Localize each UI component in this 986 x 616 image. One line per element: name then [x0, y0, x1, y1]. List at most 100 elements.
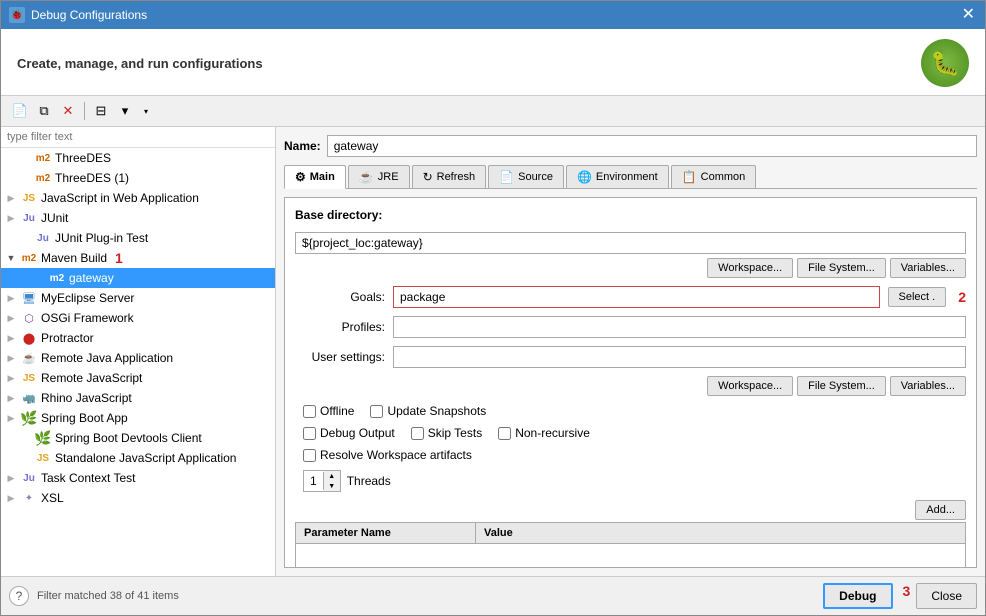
variables-button-1[interactable]: Variables... [890, 258, 966, 278]
item-icon-m2-1: m2 [35, 170, 51, 186]
duplicate-config-button[interactable]: ⧉ [33, 100, 55, 122]
param-value-col-header: Value [476, 523, 965, 543]
tree-item-standalone-js[interactable]: JS Standalone JavaScript Application [1, 448, 275, 468]
non-recursive-checkbox[interactable]: Non-recursive [498, 426, 590, 440]
debug-output-checkbox[interactable]: Debug Output [303, 426, 395, 440]
expand-icon: ▶ [5, 472, 17, 484]
checkboxes-row-2: Debug Output Skip Tests Non-recursive [303, 426, 966, 440]
collapse-all-button[interactable]: ⊟ [90, 100, 112, 122]
tree-item-rhino-js[interactable]: ▶ 🦏 Rhino JavaScript [1, 388, 275, 408]
close-dialog-button[interactable]: Close [916, 583, 977, 609]
base-dir-label: Base directory: [295, 208, 966, 222]
help-button[interactable]: ? [9, 586, 29, 606]
tree-item-osgi[interactable]: ▶ ⬡ OSGi Framework [1, 308, 275, 328]
workspace-button-2[interactable]: Workspace... [707, 376, 793, 396]
annotation-2: 2 [958, 289, 966, 305]
expand-icon: ▶ [5, 352, 17, 364]
header-area: Create, manage, and run configurations 🐛 [1, 29, 985, 96]
tree-item-junit-plugin[interactable]: Ju JUnit Plug-in Test [1, 228, 275, 248]
item-icon-spring: 🌿 [21, 410, 37, 426]
threads-spinner[interactable]: 1 ▲ ▼ [303, 470, 341, 492]
action-buttons: Debug 3 Close [823, 583, 977, 609]
delete-config-button[interactable]: ✕ [57, 100, 79, 122]
dir-button-row: Workspace... File System... Variables... [295, 258, 966, 278]
variables-button-2[interactable]: Variables... [890, 376, 966, 396]
expand-icon: ▶ [5, 492, 17, 504]
left-panel: m2 ThreeDES m2 ThreeDES (1) ▶ JS JavaScr… [1, 127, 276, 576]
user-settings-input[interactable] [393, 346, 966, 368]
parameter-table: Parameter Name Value [295, 522, 966, 568]
right-panel: Name: ⚙ Main ☕ JRE ↻ Refresh 📄 [276, 127, 985, 576]
tree-item-three-des[interactable]: m2 ThreeDES [1, 148, 275, 168]
threads-label: Threads [347, 474, 391, 488]
close-window-button[interactable]: ✕ [960, 7, 977, 23]
expand-icon: ▶ [5, 192, 17, 204]
parameter-table-section: Add... Parameter Name Value [295, 500, 966, 568]
update-snapshots-checkbox-input[interactable] [370, 405, 383, 418]
item-icon-spring-dev: 🌿 [35, 430, 51, 446]
workspace-button-1[interactable]: Workspace... [707, 258, 793, 278]
tree-item-remote-java[interactable]: ▶ ☕ Remote Java Application [1, 348, 275, 368]
tree-item-maven-build[interactable]: ▼ m2 Maven Build 1 [1, 248, 275, 268]
profiles-row: Profiles: [295, 316, 966, 338]
tab-main[interactable]: ⚙ Main [284, 165, 346, 189]
debug-output-checkbox-input[interactable] [303, 427, 316, 440]
tree-item-three-des-1[interactable]: m2 ThreeDES (1) [1, 168, 275, 188]
resolve-workspace-checkbox[interactable]: Resolve Workspace artifacts [303, 448, 472, 462]
add-parameter-button[interactable]: Add... [915, 500, 966, 520]
new-config-button[interactable]: 📄 [9, 100, 31, 122]
tab-source[interactable]: 📄 Source [488, 165, 564, 188]
threads-down-button[interactable]: ▼ [324, 481, 340, 491]
profiles-input[interactable] [393, 316, 966, 338]
tree-item-remote-js[interactable]: ▶ JS Remote JavaScript [1, 368, 275, 388]
resolve-workspace-checkbox-input[interactable] [303, 449, 316, 462]
bug-decoration-icon: 🐛 [921, 39, 969, 87]
environment-tab-icon: 🌐 [577, 170, 592, 184]
base-dir-input[interactable] [295, 232, 966, 254]
tree-item-spring-devtools[interactable]: 🌿 Spring Boot Devtools Client [1, 428, 275, 448]
tab-environment[interactable]: 🌐 Environment [566, 165, 669, 188]
app-icon: 🐞 [9, 7, 25, 23]
expand-icon: ▶ [5, 312, 17, 324]
tree-item-spring-boot[interactable]: ▶ 🌿 Spring Boot App [1, 408, 275, 428]
debug-button[interactable]: Debug [823, 583, 892, 609]
skip-tests-checkbox[interactable]: Skip Tests [411, 426, 482, 440]
item-icon-rjs: JS [21, 370, 37, 386]
file-system-button-1[interactable]: File System... [797, 258, 886, 278]
tab-jre[interactable]: ☕ JRE [348, 165, 410, 188]
update-snapshots-checkbox[interactable]: Update Snapshots [370, 404, 486, 418]
filter-dropdown-button[interactable]: ▾ [138, 100, 154, 122]
item-icon-osgi: ⬡ [21, 310, 37, 326]
name-input[interactable] [327, 135, 977, 157]
filter-input[interactable] [1, 127, 275, 148]
tree-item-myeclipse[interactable]: ▶ 🖥 MyEclipse Server [1, 288, 275, 308]
common-tab-icon: 📋 [682, 170, 697, 184]
offline-checkbox[interactable]: Offline [303, 404, 354, 418]
item-icon-ju-task: Ju [21, 470, 37, 486]
skip-tests-checkbox-input[interactable] [411, 427, 424, 440]
param-table-body [296, 544, 965, 568]
tree-item-xsl[interactable]: ▶ ✦ XSL [1, 488, 275, 508]
user-settings-row: User settings: [295, 346, 966, 368]
tab-refresh[interactable]: ↻ Refresh [412, 165, 487, 188]
tree-item-gateway[interactable]: m2 gateway [1, 268, 275, 288]
threads-up-button[interactable]: ▲ [324, 471, 340, 481]
expand-icon: ▼ [5, 252, 17, 264]
tree-item-junit[interactable]: ▶ Ju JUnit [1, 208, 275, 228]
tree-item-task-context[interactable]: ▶ Ju Task Context Test [1, 468, 275, 488]
filter-button[interactable]: ▾ [114, 100, 136, 122]
expand-icon: ▶ [5, 392, 17, 404]
name-label: Name: [284, 139, 321, 153]
tree-item-protractor[interactable]: ▶ ⬤ Protractor [1, 328, 275, 348]
goals-input[interactable] [393, 286, 880, 308]
item-icon-xsl: ✦ [21, 490, 37, 506]
non-recursive-checkbox-input[interactable] [498, 427, 511, 440]
expand-icon: ▶ [5, 292, 17, 304]
spinner-buttons: ▲ ▼ [324, 471, 340, 491]
file-system-button-2[interactable]: File System... [797, 376, 886, 396]
offline-checkbox-input[interactable] [303, 405, 316, 418]
jre-tab-icon: ☕ [359, 170, 374, 184]
tab-common[interactable]: 📋 Common [671, 165, 757, 188]
select-button[interactable]: Select . [888, 287, 947, 307]
tree-item-js-web[interactable]: ▶ JS JavaScript in Web Application [1, 188, 275, 208]
